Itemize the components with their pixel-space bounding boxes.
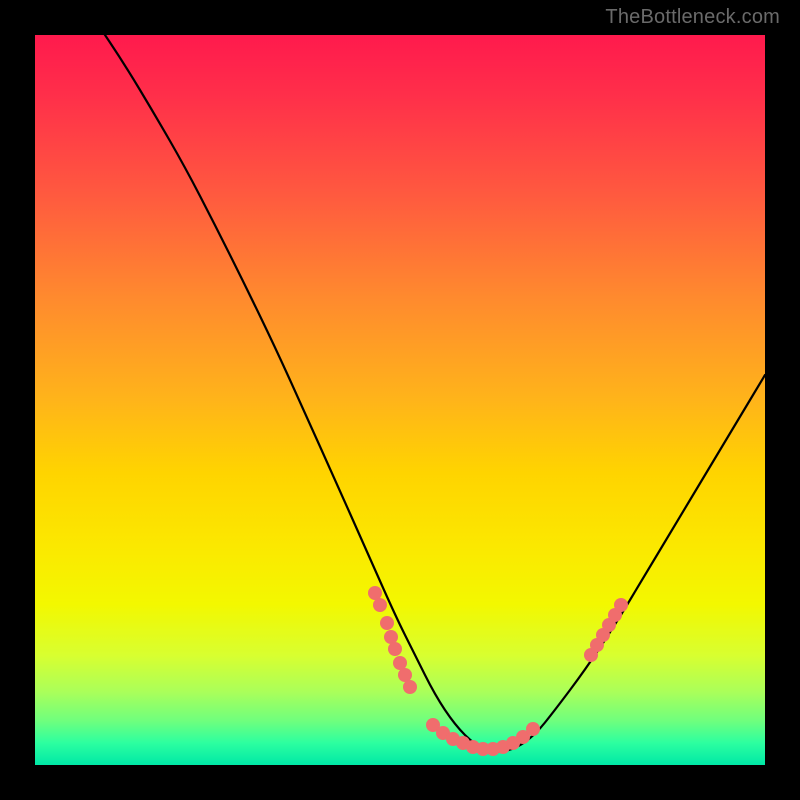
watermark-text: TheBottleneck.com (605, 6, 780, 29)
data-point-left_wall (368, 586, 382, 600)
data-point-left_wall (403, 680, 417, 694)
data-point-left_wall (380, 616, 394, 630)
data-point-left_wall (373, 598, 387, 612)
data-point-right_wall (614, 598, 628, 612)
chart-frame: TheBottleneck.com (0, 0, 800, 800)
plot-area (35, 35, 765, 765)
data-point-left_wall (388, 642, 402, 656)
dot-markers (368, 586, 628, 756)
data-point-left_wall (398, 668, 412, 682)
bottleneck-curve (95, 35, 765, 752)
data-point-valley (526, 722, 540, 736)
curve-layer (35, 35, 765, 765)
data-point-left_wall (393, 656, 407, 670)
data-point-left_wall (384, 630, 398, 644)
